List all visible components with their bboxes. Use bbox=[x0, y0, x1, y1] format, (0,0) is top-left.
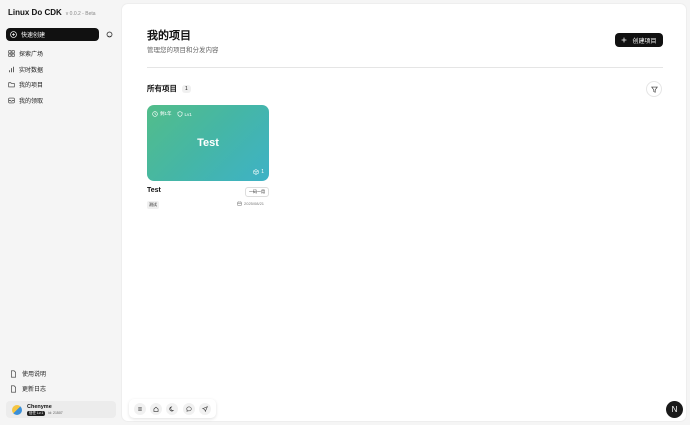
bottom-dock bbox=[129, 399, 216, 418]
shield-icon bbox=[177, 111, 182, 117]
project-date: 2025/08/21 bbox=[237, 201, 264, 206]
level-text: Lv1 bbox=[184, 111, 192, 117]
user-id: id: 21507 bbox=[48, 411, 63, 415]
sidebar-item-label: 更新日志 bbox=[22, 387, 47, 393]
filter-button[interactable] bbox=[646, 81, 662, 97]
inbox-icon bbox=[8, 97, 15, 104]
document-icon bbox=[10, 370, 17, 378]
moon-icon bbox=[169, 405, 175, 412]
time-remaining: 剩1年 bbox=[152, 111, 172, 117]
plus-icon bbox=[621, 37, 627, 43]
sidebar-item-label: 使用说明 bbox=[22, 372, 47, 378]
sidebar: Linux Do CDK v 0.0.2 - Beta 快速创建 探索广场 实时… bbox=[0, 0, 120, 425]
count-text: 1 bbox=[261, 169, 264, 175]
sidebar-item-label: 我的项目 bbox=[19, 83, 44, 90]
sidebar-item-realtime[interactable]: 实时数据 bbox=[8, 62, 112, 78]
sidebar-item-label: 我的领取 bbox=[19, 98, 44, 105]
sidebar-item-guide[interactable]: 使用说明 bbox=[10, 366, 114, 381]
folder-icon bbox=[8, 81, 15, 88]
section-title: 所有项目 bbox=[147, 84, 177, 93]
divider bbox=[147, 67, 663, 68]
filter-icon bbox=[650, 86, 658, 93]
project-name: Test bbox=[147, 187, 161, 194]
distribution-badge: 一码一用 bbox=[245, 187, 269, 197]
github-icon bbox=[106, 31, 113, 38]
card-title: Test bbox=[197, 137, 219, 149]
clock-icon bbox=[152, 111, 158, 117]
card-meta: 剩1年 Lv1 bbox=[152, 111, 192, 117]
sidebar-item-my-claims[interactable]: 我的领取 bbox=[8, 93, 112, 109]
plus-circle-icon bbox=[10, 31, 17, 38]
user-profile[interactable]: Chenyme 信任 Lv.1 id: 21507 bbox=[6, 401, 116, 418]
menu-button[interactable] bbox=[134, 402, 147, 415]
project-date-text: 2025/08/21 bbox=[244, 201, 265, 206]
user-name: Chenyme bbox=[27, 403, 52, 410]
project-tag: 测试 bbox=[147, 201, 159, 209]
menu-icon bbox=[137, 406, 143, 412]
next-dev-button[interactable]: N bbox=[666, 401, 683, 418]
page-title: 我的项目 bbox=[147, 30, 191, 42]
sidebar-nav: 探索广场 实时数据 我的项目 我的领取 bbox=[8, 46, 112, 108]
chat-icon bbox=[186, 406, 192, 412]
quick-create-button[interactable]: 快速创建 bbox=[6, 28, 99, 41]
home-icon bbox=[153, 406, 159, 412]
sidebar-item-my-projects[interactable]: 我的项目 bbox=[8, 77, 112, 93]
sidebar-footer: 使用说明 更新日志 bbox=[10, 366, 114, 396]
send-button[interactable] bbox=[198, 402, 211, 415]
page-subtitle: 管理您的项目和分发内容 bbox=[147, 47, 219, 54]
create-project-button[interactable]: 创建项目 bbox=[615, 33, 663, 47]
app-version: v 0.0.2 - Beta bbox=[65, 11, 96, 17]
time-remaining-text: 剩1年 bbox=[160, 111, 172, 116]
trust-level-badge: 信任 Lv.1 bbox=[27, 410, 46, 416]
sidebar-item-changelog[interactable]: 更新日志 bbox=[10, 381, 114, 396]
sidebar-item-label: 实时数据 bbox=[19, 67, 44, 74]
n-logo-icon: N bbox=[671, 405, 678, 414]
project-card[interactable]: 剩1年 Lv1 Test 1 bbox=[147, 105, 269, 181]
card-item-count: 1 bbox=[253, 169, 264, 175]
quick-create-label: 快速创建 bbox=[21, 33, 46, 39]
github-button[interactable] bbox=[103, 28, 116, 41]
send-icon bbox=[201, 405, 208, 412]
create-project-label: 创建项目 bbox=[632, 38, 657, 45]
document-icon bbox=[10, 385, 17, 393]
main-panel: 我的项目 管理您的项目和分发内容 创建项目 所有项目 1 剩1年 Lv1 Tes… bbox=[122, 4, 686, 421]
feedback-button[interactable] bbox=[182, 402, 195, 415]
box-icon bbox=[253, 169, 259, 175]
sidebar-item-label: 探索广场 bbox=[19, 52, 44, 59]
level-requirement: Lv1 bbox=[177, 111, 192, 117]
avatar bbox=[12, 404, 22, 415]
bar-chart-icon bbox=[8, 66, 15, 73]
sidebar-item-explore[interactable]: 探索广场 bbox=[8, 46, 112, 62]
brand[interactable]: Linux Do CDK v 0.0.2 - Beta bbox=[8, 8, 96, 17]
calendar-icon bbox=[237, 201, 242, 206]
theme-toggle-button[interactable] bbox=[166, 402, 179, 415]
home-button[interactable] bbox=[150, 402, 163, 415]
app-name: Linux Do CDK bbox=[8, 8, 62, 17]
grid-icon bbox=[8, 50, 15, 57]
section-header: 所有项目 1 bbox=[147, 83, 191, 94]
project-count-badge: 1 bbox=[182, 84, 191, 93]
